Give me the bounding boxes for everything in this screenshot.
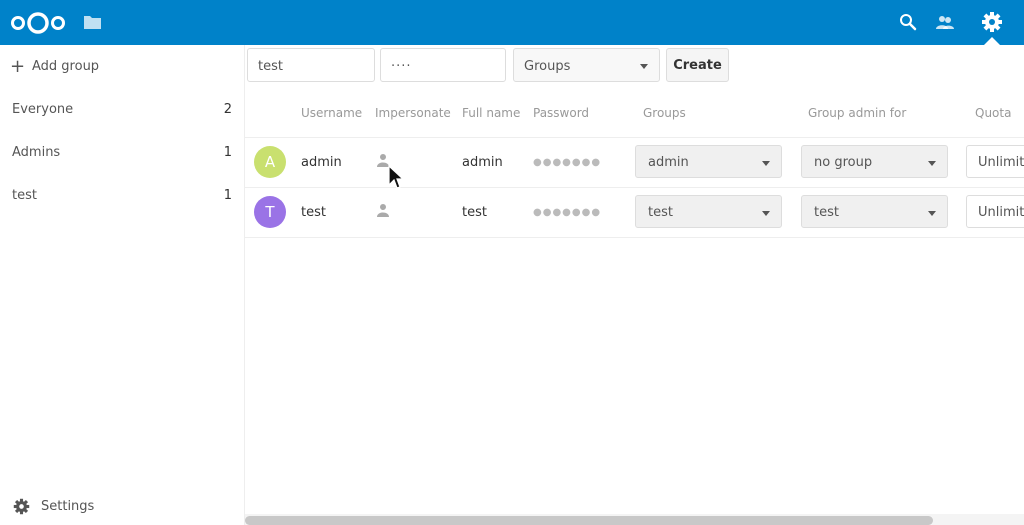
full-name-cell[interactable]: admin [462,155,503,170]
groups-placeholder: Groups [524,59,571,74]
row-divider [245,237,1024,238]
chevron-down-icon [640,64,648,69]
row-divider [245,137,1024,138]
groups-value: admin [648,155,689,170]
group-label: test [12,188,37,203]
mouse-cursor-icon [388,165,404,189]
new-username-input[interactable]: test [247,48,375,82]
col-header-group-admin: Group admin for [808,106,907,120]
col-header-username[interactable]: Username [301,106,362,120]
horizontal-scrollbar[interactable] [245,514,1024,525]
sidebar-settings-button[interactable]: Settings [0,488,244,524]
group-label: Admins [12,145,61,160]
top-header [0,0,1024,45]
sidebar-item-test[interactable]: test 1 [0,176,244,216]
groups-select[interactable]: test [635,195,782,228]
plus-icon: + [10,56,26,77]
avatar: T [254,196,286,228]
row-divider [245,187,1024,188]
col-header-groups: Groups [643,106,686,120]
users-main: test ···· Groups Create Username Imperso… [245,45,1024,525]
contacts-icon[interactable] [935,12,955,32]
quota-select[interactable]: Unlimited [966,195,1024,228]
add-group-label: Add group [32,59,100,74]
create-user-button[interactable]: Create [666,48,729,82]
chevron-down-icon [762,161,770,166]
group-admin-select[interactable]: no group [801,145,948,178]
group-count: 1 [223,145,232,160]
nextcloud-logo[interactable] [10,11,66,35]
search-icon[interactable] [898,12,918,32]
group-label: Everyone [12,102,74,117]
group-count: 2 [223,102,232,117]
settings-gear-icon[interactable] [981,11,1003,33]
impersonate-icon[interactable] [376,203,390,217]
quota-select[interactable]: Unlimited [966,145,1024,178]
new-user-groups-select[interactable]: Groups [513,48,660,82]
sidebar-item-everyone[interactable]: Everyone 2 [0,90,244,130]
gear-icon [13,498,30,515]
chevron-down-icon [928,161,936,166]
groups-select[interactable]: admin [635,145,782,178]
files-icon[interactable] [83,13,102,32]
col-header-password: Password [533,106,590,120]
scrollbar-thumb[interactable] [245,516,933,525]
username-cell: admin [301,155,342,170]
col-header-full-name[interactable]: Full name [462,106,520,120]
group-admin-select[interactable]: test [801,195,948,228]
chevron-down-icon [928,211,936,216]
active-menu-caret [984,37,1000,45]
username-cell: test [301,205,326,220]
password-cell[interactable]: ●●●●●●● [533,207,601,218]
group-count: 1 [223,188,232,203]
sidebar-item-admins[interactable]: Admins 1 [0,133,244,173]
group-admin-value: test [814,205,839,220]
group-admin-value: no group [814,155,873,170]
col-header-quota: Quota [975,106,1012,120]
avatar: A [254,146,286,178]
groups-value: test [648,205,673,220]
sidebar: + Add group Everyone 2 Admins 1 test 1 S… [0,45,245,525]
password-cell[interactable]: ●●●●●●● [533,157,601,168]
settings-label: Settings [41,499,95,514]
full-name-cell[interactable]: test [462,205,487,220]
add-group-button[interactable]: + Add group [0,47,244,87]
col-header-impersonate: Impersonate [375,106,451,120]
new-password-input[interactable]: ···· [380,48,506,82]
chevron-down-icon [762,211,770,216]
